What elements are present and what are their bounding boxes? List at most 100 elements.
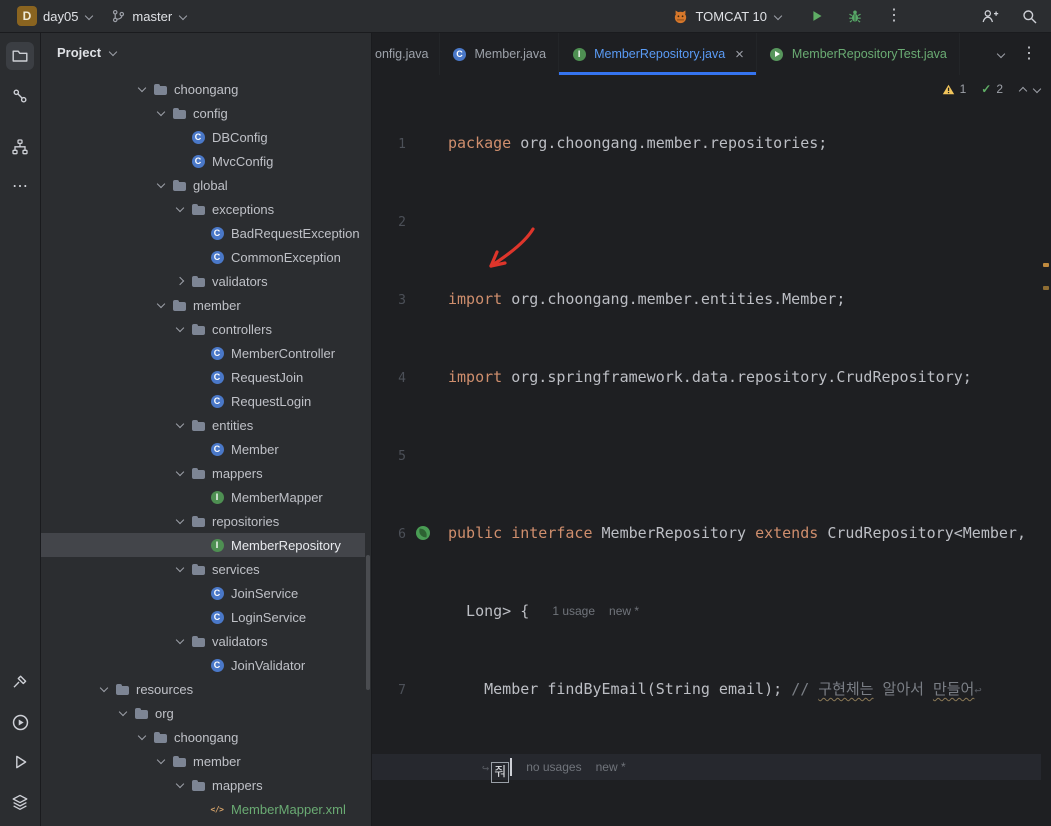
tree-row[interactable]: entities: [41, 413, 365, 437]
project-name: day05: [43, 8, 79, 24]
prev-problem-button[interactable]: [1018, 85, 1027, 94]
inspections-widget[interactable]: 1 ✓ 2: [942, 82, 1041, 96]
tree-item-label: config: [193, 105, 228, 121]
project-selector[interactable]: D day05: [10, 3, 100, 29]
tree-item-label: mappers: [212, 777, 263, 793]
tab-config[interactable]: onfig.java: [372, 33, 440, 75]
tab-options-button[interactable]: ⋮: [1021, 46, 1037, 62]
tree-row-selected[interactable]: MemberRepository: [41, 533, 365, 557]
layers-tool-button[interactable]: [6, 788, 34, 816]
tab-member-repository-test[interactable]: MemberRepositoryTest.java: [757, 33, 960, 75]
tree-row[interactable]: RequestLogin: [41, 389, 365, 413]
chevron-right-icon[interactable]: [172, 273, 188, 289]
chevron-down-icon[interactable]: [96, 681, 112, 697]
code-with-me-button[interactable]: [978, 4, 1002, 28]
tree-row[interactable]: repositories: [41, 509, 365, 533]
search-everywhere-button[interactable]: [1017, 4, 1041, 28]
code-editor[interactable]: 1 package org.choongang.member.repositori…: [372, 78, 1041, 826]
code-line: 4 import org.springframework.data.reposit…: [372, 364, 1041, 390]
tree-row[interactable]: member: [41, 293, 365, 317]
tree-row[interactable]: mappers: [41, 773, 365, 797]
close-icon[interactable]: ×: [735, 47, 744, 62]
tree-item-label: MemberRepository: [231, 537, 341, 553]
tree-item-label: MemberController: [231, 345, 336, 361]
chevron-down-icon[interactable]: [134, 81, 150, 97]
tree-item-label: repositories: [212, 513, 280, 529]
tree-row[interactable]: BadRequestException: [41, 221, 365, 245]
tree-row[interactable]: DBConfig: [41, 125, 365, 149]
chevron-down-icon[interactable]: [153, 177, 169, 193]
tree-row[interactable]: MemberController: [41, 341, 365, 365]
tree-row[interactable]: validators: [41, 269, 365, 293]
usages-inlay-hint[interactable]: no usages: [526, 760, 581, 774]
tree-row[interactable]: choongang: [41, 77, 365, 101]
chevron-down-icon[interactable]: [115, 705, 131, 721]
next-problem-button[interactable]: [1032, 85, 1041, 94]
build-tool-button[interactable]: [6, 668, 34, 696]
folder-icon: [12, 50, 28, 62]
chevron-down-icon[interactable]: [172, 201, 188, 217]
vcs-inlay-hint[interactable]: new *: [596, 760, 626, 774]
tab-member-repository[interactable]: MemberRepository.java ×: [559, 33, 757, 75]
tree-row[interactable]: MemberMapper.xml: [41, 797, 365, 821]
chevron-down-icon[interactable]: [153, 297, 169, 313]
tab-list-dropdown-button[interactable]: [996, 50, 1005, 59]
vcs-icon: [13, 89, 27, 103]
branch-selector[interactable]: master: [104, 5, 194, 27]
project-tool-button[interactable]: [6, 42, 34, 70]
tree-row[interactable]: LoginService: [41, 605, 365, 629]
error-stripe-mark[interactable]: [1043, 263, 1049, 267]
services-tool-button[interactable]: [6, 708, 34, 736]
error-stripe-mark[interactable]: [1043, 286, 1049, 290]
panel-scrollbar[interactable]: [366, 555, 370, 690]
tree-row[interactable]: MemberMapper: [41, 485, 365, 509]
tree-row[interactable]: member: [41, 749, 365, 773]
debug-button[interactable]: [843, 4, 867, 28]
tree-row[interactable]: Member: [41, 437, 365, 461]
vcs-tool-button[interactable]: [6, 82, 34, 110]
tree-row[interactable]: RequestJoin: [41, 365, 365, 389]
chevron-down-icon[interactable]: [153, 753, 169, 769]
structure-tool-button[interactable]: [6, 133, 34, 161]
tree-row[interactable]: JoinValidator: [41, 653, 365, 677]
chevron-down-icon[interactable]: [172, 465, 188, 481]
chevron-down-icon[interactable]: [134, 729, 150, 745]
more-actions-button[interactable]: ⋮: [882, 4, 906, 28]
tree-row[interactable]: config: [41, 101, 365, 125]
run-button[interactable]: [804, 4, 828, 28]
run-tool-button[interactable]: [6, 748, 34, 776]
tree-item-label: BadRequestException: [231, 225, 360, 241]
chevron-down-icon[interactable]: [172, 417, 188, 433]
project-panel-header[interactable]: Project: [41, 33, 371, 71]
folder-icon: [190, 321, 206, 337]
tree-row[interactable]: JoinService: [41, 581, 365, 605]
tree-row[interactable]: exceptions: [41, 197, 365, 221]
tab-member[interactable]: Member.java: [440, 33, 560, 75]
usages-inlay-hint[interactable]: 1 usage: [552, 604, 595, 618]
tree-row[interactable]: resources: [41, 677, 365, 701]
tree-row[interactable]: services: [41, 557, 365, 581]
layers-icon: [12, 794, 28, 810]
tree-item-label: resources: [136, 681, 194, 697]
chevron-down-icon[interactable]: [172, 777, 188, 793]
code-line-wrap: Long> { 1 usage new *: [448, 602, 640, 620]
vcs-inlay-hint[interactable]: new *: [609, 604, 639, 618]
chevron-down-icon[interactable]: [172, 513, 188, 529]
chevron-down-icon[interactable]: [172, 633, 188, 649]
tree-row[interactable]: global: [41, 173, 365, 197]
chevron-down-icon[interactable]: [153, 105, 169, 121]
more-tool-windows-button[interactable]: ⋯: [6, 173, 34, 201]
tree-item-label: entities: [212, 417, 254, 433]
tree-row[interactable]: validators: [41, 629, 365, 653]
tree-row[interactable]: mappers: [41, 461, 365, 485]
tree-row[interactable]: controllers: [41, 317, 365, 341]
tree-row[interactable]: MvcConfig: [41, 149, 365, 173]
tree-row[interactable]: choongang: [41, 725, 365, 749]
chevron-down-icon[interactable]: [172, 561, 188, 577]
chevron-down-icon[interactable]: [172, 321, 188, 337]
run-configuration-name: TOMCAT 10: [695, 8, 767, 24]
spring-bean-gutter-icon[interactable]: [416, 526, 430, 540]
tree-row[interactable]: CommonException: [41, 245, 365, 269]
tree-row[interactable]: org: [41, 701, 365, 725]
run-configuration-selector[interactable]: TOMCAT 10: [665, 5, 789, 28]
